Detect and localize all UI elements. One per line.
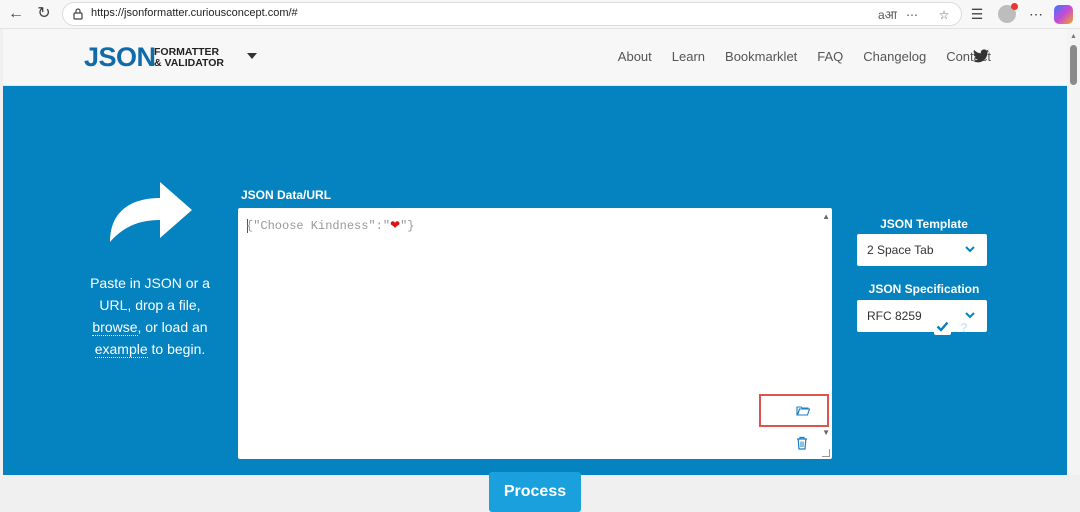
resize-handle[interactable]	[822, 449, 830, 457]
profile-avatar[interactable]	[998, 3, 1018, 23]
logo-dropdown-icon[interactable]	[247, 53, 257, 59]
fix-json-label: Fix JSON	[872, 321, 926, 335]
site-header: JSON FORMATTER & VALIDATOR About Learn B…	[3, 29, 1067, 86]
site-info-icon[interactable]	[71, 7, 85, 21]
notification-dot	[1011, 3, 1018, 10]
process-button[interactable]: Process	[489, 472, 581, 512]
json-input-editor[interactable]: ▲ {"Choose Kindness":"❤"} ▼	[238, 208, 832, 459]
trash-icon[interactable]	[796, 436, 808, 450]
scroll-down-icon[interactable]: ▼	[822, 428, 830, 437]
helper-line-4: example to begin.	[75, 338, 225, 360]
favorite-star-icon[interactable]: ☆	[935, 7, 953, 23]
logo-subtitle[interactable]: FORMATTER & VALIDATOR	[154, 47, 224, 69]
page: JSON FORMATTER & VALIDATOR About Learn B…	[3, 29, 1067, 512]
fix-json-help-icon[interactable]: ?	[960, 320, 968, 335]
more-tools-icon[interactable]: ⋯	[903, 7, 921, 23]
scroll-up-icon[interactable]: ▲	[822, 212, 830, 221]
browse-link[interactable]: browse	[92, 319, 138, 336]
example-link[interactable]: example	[94, 341, 148, 358]
top-nav: About Learn Bookmarklet FAQ Changelog Co…	[598, 49, 991, 64]
copilot-icon[interactable]	[1054, 5, 1073, 24]
json-template-label: JSON Template	[880, 217, 968, 231]
back-icon[interactable]: ←	[5, 4, 27, 24]
helper-line-3-rest: , or load an	[137, 319, 208, 335]
favorites-icon[interactable]: ☰	[966, 4, 988, 24]
json-template-select[interactable]: 2 Space Tab	[857, 234, 987, 266]
browser-toolbar: ← ↻ https://jsonformatter.curiousconcept…	[0, 0, 1080, 29]
address-bar[interactable]: https://jsonformatter.curiousconcept.com…	[62, 2, 962, 26]
fix-json-checkbox[interactable]	[934, 318, 951, 335]
json-spec-label: JSON Specification	[868, 282, 980, 296]
page-scrollbar[interactable]: ▲	[1067, 29, 1080, 475]
nav-about[interactable]: About	[618, 49, 652, 64]
json-code[interactable]: {"Choose Kindness":"❤"}	[246, 218, 415, 233]
folder-open-icon	[796, 406, 810, 416]
json-data-label: JSON Data/URL	[241, 188, 332, 202]
code-prefix: {"Choose Kindness":"	[246, 219, 391, 233]
logo-json[interactable]: JSON	[84, 42, 156, 73]
nav-bookmarklet[interactable]: Bookmarklet	[725, 49, 797, 64]
read-aloud-icon[interactable]: aआ	[878, 7, 897, 23]
code-suffix: "}	[400, 219, 415, 233]
open-file-button[interactable]	[759, 394, 829, 427]
json-template-value: 2 Space Tab	[867, 243, 934, 257]
reload-icon[interactable]: ↻	[33, 4, 55, 24]
main-section: Paste in JSON or a URL, drop a file, bro…	[3, 86, 1067, 512]
twitter-icon[interactable]	[973, 49, 989, 63]
helper-text: Paste in JSON or a URL, drop a file, bro…	[75, 272, 225, 360]
logo-line-2: & VALIDATOR	[154, 57, 224, 69]
scroll-thumb[interactable]	[1070, 45, 1077, 85]
chevron-down-icon	[965, 246, 975, 253]
share-arrow-icon	[110, 182, 192, 242]
checkmark-icon	[936, 321, 949, 332]
heart-emoji: ❤	[390, 219, 401, 233]
nav-learn[interactable]: Learn	[672, 49, 705, 64]
chevron-down-icon	[965, 312, 975, 319]
helper-line-1: Paste in JSON or a	[90, 275, 210, 291]
url-text: https://jsonformatter.curiousconcept.com…	[91, 7, 298, 19]
nav-changelog[interactable]: Changelog	[863, 49, 926, 64]
menu-icon[interactable]: ⋯	[1025, 4, 1047, 24]
helper-line-2: URL, drop a file,	[99, 297, 201, 313]
scroll-up-arrow-icon[interactable]: ▲	[1070, 33, 1077, 40]
helper-line-3: browse, or load an	[75, 316, 225, 338]
helper-line-4-rest: to begin.	[147, 341, 206, 357]
nav-faq[interactable]: FAQ	[817, 49, 843, 64]
